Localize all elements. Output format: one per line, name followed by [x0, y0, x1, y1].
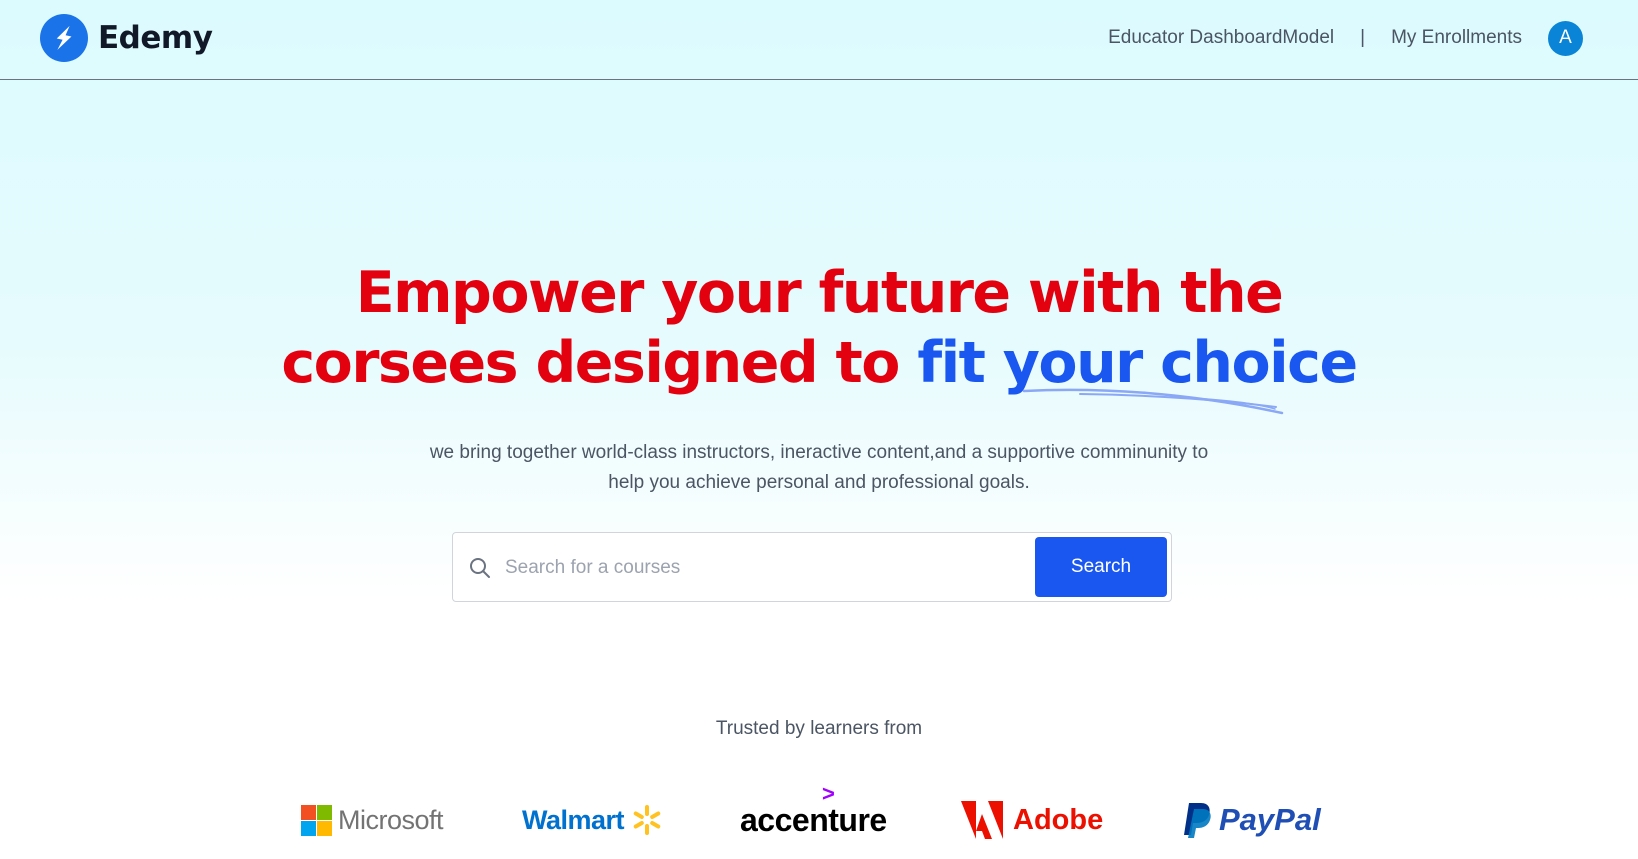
microsoft-wordmark: Microsoft [338, 804, 444, 835]
main-nav: Educator DashboardModel | My Enrollments… [1108, 20, 1583, 56]
paypal-p-icon [1184, 803, 1211, 838]
walmart-logo: Walmart [522, 795, 664, 845]
trusted-by-label: Trusted by learners from [715, 718, 923, 739]
hero-headline: Empower your future with the corsees des… [0, 258, 1638, 398]
hero-subtitle: we bring together world-class instructor… [0, 438, 1638, 498]
adobe-wordmark: Adobe [1013, 803, 1104, 836]
microsoft-squares-icon [301, 804, 332, 836]
top-navbar: Edemy Educator DashboardModel | My Enrol… [0, 0, 1638, 80]
edemy-logo[interactable]: Edemy [40, 14, 213, 62]
user-avatar[interactable]: A [1548, 20, 1583, 56]
adobe-logo: Adobe [961, 795, 1103, 845]
search-button[interactable]: Search [1035, 537, 1167, 597]
nav-separator: | [1360, 27, 1366, 48]
accenture-wordmark: accenture [740, 801, 887, 838]
subtitle-line-2: help you achieve personal and profession… [608, 472, 1030, 493]
paypal-wordmark: PayPal [1219, 802, 1321, 837]
walmart-spark-icon [633, 805, 661, 835]
microsoft-logo: Microsoft [301, 795, 444, 845]
logo-text: Edemy [98, 20, 213, 56]
accenture-logo: accenture > [740, 781, 887, 845]
headline-line-1: Empower your future with the [355, 260, 1284, 326]
walmart-wordmark: Walmart [522, 804, 625, 835]
paypal-logo: PayPal [1181, 795, 1321, 845]
hero-section: Empower your future with the corsees des… [0, 258, 1638, 415]
accenture-chevron-icon: > [822, 781, 835, 806]
course-search-bar: Search [452, 532, 1172, 602]
my-enrollments-link[interactable]: My Enrollments [1391, 27, 1522, 49]
search-input[interactable] [503, 547, 977, 589]
brand-logos: Microsoft Walmart accenture > Adobe PayP… [0, 781, 1638, 845]
search-icon [469, 557, 491, 584]
headline-line-2-red: corsees designed to [281, 330, 900, 396]
adobe-a-icon [961, 801, 1003, 839]
lightning-bolt-icon [40, 14, 88, 62]
subtitle-line-1: we bring together world-class instructor… [429, 442, 1209, 463]
headline-underline-swoosh [1022, 388, 1284, 415]
educator-dashboard-link[interactable]: Educator DashboardModel [1108, 27, 1334, 49]
